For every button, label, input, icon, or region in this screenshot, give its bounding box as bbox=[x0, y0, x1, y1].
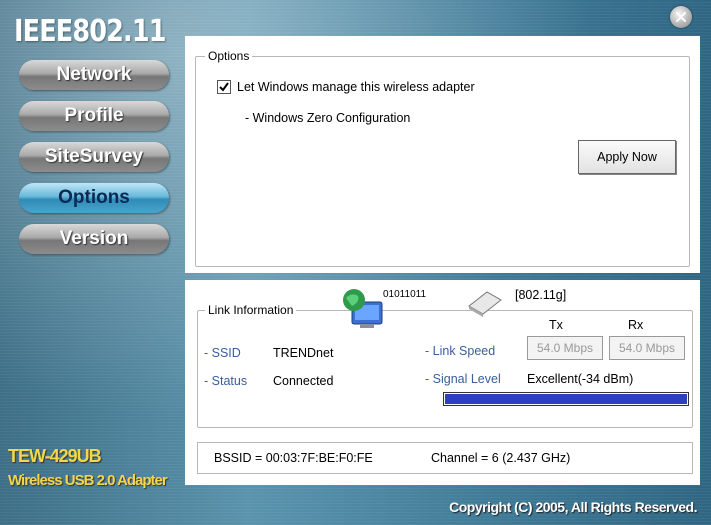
status-label: - Status bbox=[204, 374, 248, 388]
link-info-panel: Link Information 01011011 [802.11g] - SS… bbox=[185, 280, 700, 485]
brand-title: IEEE802.11 bbox=[14, 14, 167, 49]
wireless-mode: [802.11g] bbox=[515, 288, 567, 302]
nav-network-button[interactable]: Network bbox=[19, 60, 169, 90]
app-window: IEEE802.11 Network Profile SiteSurvey Op… bbox=[0, 0, 711, 525]
nav-version-button[interactable]: Version bbox=[19, 224, 169, 254]
tx-header: Tx bbox=[549, 318, 563, 332]
wzc-subtext: - Windows Zero Configuration bbox=[245, 111, 411, 125]
options-panel: Options Let Windows manage this wireless… bbox=[185, 36, 700, 273]
signal-level-value: Excellent(-34 dBm) bbox=[527, 372, 634, 386]
manage-adapter-label[interactable]: Let Windows manage this wireless adapter bbox=[237, 80, 475, 94]
options-group-label: Options bbox=[205, 49, 253, 63]
tx-speed-field: 54.0 Mbps bbox=[527, 336, 603, 360]
binary-text: 01011011 bbox=[383, 289, 427, 300]
manage-adapter-checkbox[interactable] bbox=[217, 80, 231, 94]
copyright-text: Copyright (C) 2005, All Rights Reserved. bbox=[449, 499, 697, 515]
model-name: TEW-429UB bbox=[8, 446, 102, 466]
link-info-group bbox=[197, 310, 693, 428]
bssid-channel-box: BSSID = 00:03:7F:BE:F0:FE Channel = 6 (2… bbox=[197, 442, 693, 474]
rx-header: Rx bbox=[628, 318, 644, 332]
nav-profile-button[interactable]: Profile bbox=[19, 101, 169, 131]
model-description: Wireless USB 2.0 Adapter bbox=[8, 472, 168, 489]
link-speed-label: - Link Speed bbox=[425, 344, 496, 358]
close-button[interactable] bbox=[670, 6, 692, 28]
bssid-text: BSSID = 00:03:7F:BE:F0:FE bbox=[214, 451, 373, 465]
nav-options-button[interactable]: Options bbox=[19, 183, 169, 213]
checkmark-icon bbox=[219, 82, 229, 92]
apply-now-button[interactable]: Apply Now bbox=[578, 140, 676, 174]
channel-text: Channel = 6 (2.437 GHz) bbox=[431, 451, 571, 465]
usb-adapter-icon bbox=[468, 291, 502, 317]
link-info-label: Link Information bbox=[205, 303, 297, 317]
status-value: Connected bbox=[273, 374, 334, 388]
close-icon bbox=[676, 12, 686, 22]
nav-sitesurvey-button[interactable]: SiteSurvey bbox=[19, 142, 169, 172]
ssid-value: TRENDnet bbox=[273, 346, 334, 360]
ssid-label: - SSID bbox=[204, 346, 241, 360]
rx-speed-field: 54.0 Mbps bbox=[609, 336, 685, 360]
signal-strength-fill bbox=[445, 394, 687, 404]
signal-strength-bar bbox=[443, 392, 689, 406]
signal-level-label: - Signal Level bbox=[425, 372, 501, 386]
